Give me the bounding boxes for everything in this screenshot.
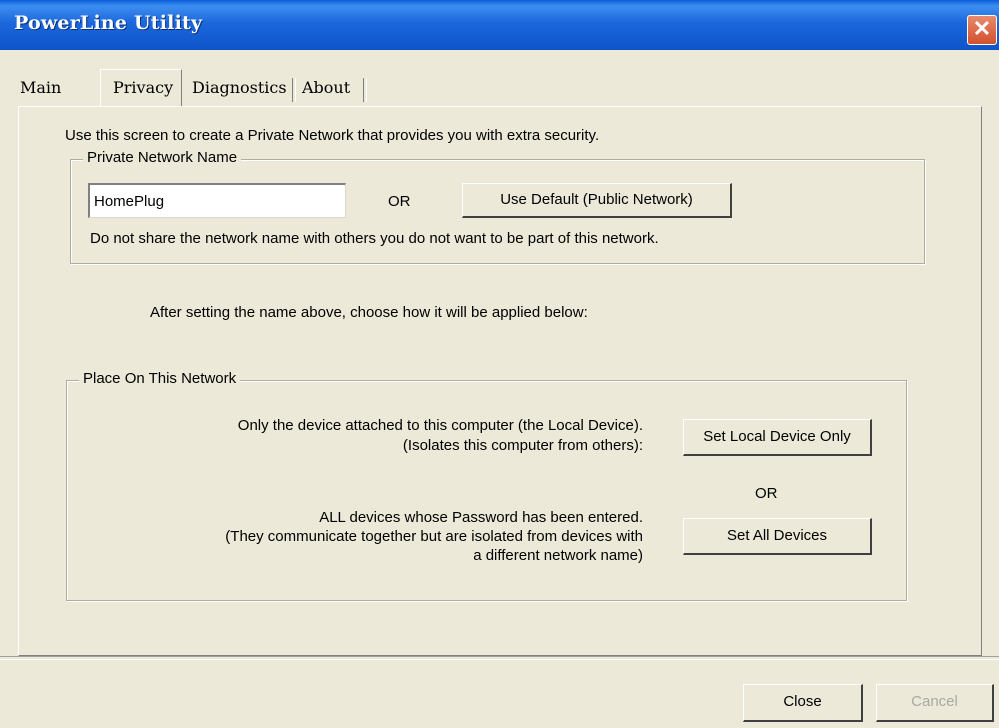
intro-text: Use this screen to create a Private Netw… xyxy=(65,127,600,144)
group-legend: Private Network Name xyxy=(83,149,242,166)
all-devices-note-2: a different network name) xyxy=(473,547,643,564)
tab-main[interactable]: Main xyxy=(18,72,88,106)
local-device-text: Only the device attached to this compute… xyxy=(237,417,643,434)
cancel-button[interactable]: Cancel xyxy=(876,684,994,722)
all-devices-text: ALL devices whose Password has been ente… xyxy=(319,509,643,526)
title-bar: PowerLine Utility ✕ xyxy=(0,0,999,50)
warning-text: Do not share the network name with other… xyxy=(90,230,659,247)
close-window-icon[interactable]: ✕ xyxy=(967,15,997,45)
window-title: PowerLine Utility xyxy=(14,12,203,34)
tab-privacy[interactable]: Privacy xyxy=(100,69,182,107)
local-device-note: (Isolates this computer from others): xyxy=(402,437,643,454)
place-on-network-group: Place On This Network Only the device at… xyxy=(66,370,907,601)
tab-separator xyxy=(292,78,296,102)
tab-about[interactable]: About xyxy=(300,72,370,106)
close-button[interactable]: Close xyxy=(743,684,863,722)
set-local-device-button[interactable]: Set Local Device Only xyxy=(683,419,872,456)
dialog-body: Main Privacy Diagnostics About Use this … xyxy=(0,50,999,728)
or-label: OR xyxy=(388,193,411,210)
privacy-panel: Use this screen to create a Private Netw… xyxy=(18,106,982,656)
footer-divider xyxy=(0,656,999,660)
tab-separator xyxy=(363,78,367,102)
after-setting-text: After setting the name above, choose how… xyxy=(150,304,588,321)
private-network-group: Private Network Name OR Use Default (Pub… xyxy=(70,149,925,264)
use-default-button[interactable]: Use Default (Public Network) xyxy=(462,183,732,218)
network-name-input[interactable] xyxy=(88,183,346,218)
or-label: OR xyxy=(755,485,778,502)
set-all-devices-button[interactable]: Set All Devices xyxy=(683,518,872,555)
group-legend: Place On This Network xyxy=(79,370,241,387)
all-devices-note: (They communicate together but are isola… xyxy=(225,528,643,545)
tab-diagnostics[interactable]: Diagnostics xyxy=(190,72,290,106)
